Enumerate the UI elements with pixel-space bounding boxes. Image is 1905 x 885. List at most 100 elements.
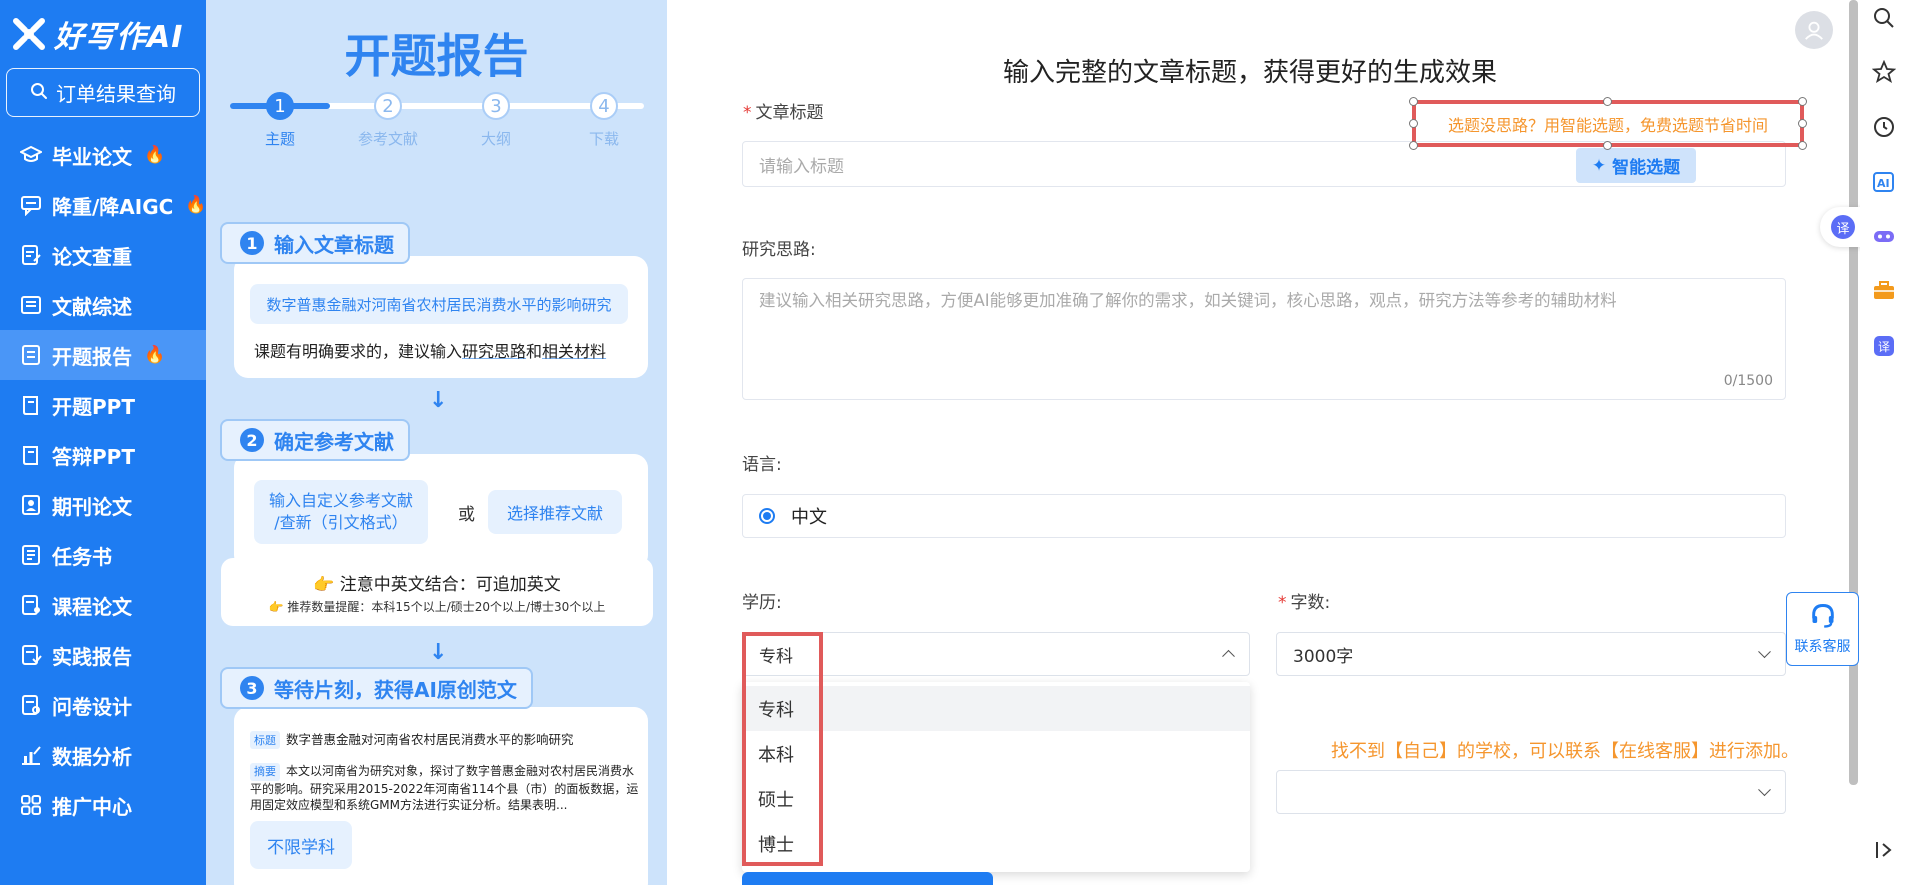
sample-abstract-tag: 摘要 xyxy=(250,763,280,781)
nav-item-data-analysis[interactable]: 数据分析 xyxy=(0,730,206,780)
note-title: 👉 注意中英文结合：可追加英文 xyxy=(221,570,653,595)
smart-topic-label: 智能选题 xyxy=(1612,158,1681,178)
logo[interactable]: 好写作AI xyxy=(12,12,183,56)
tip-link-research-idea: 研究思路 xyxy=(462,342,527,361)
report-icon xyxy=(20,344,42,366)
search-icon[interactable] xyxy=(1872,6,1896,30)
fire-icon: 🔥 xyxy=(144,145,166,165)
progress-stepper: 1 2 3 4 主题 参考文献 大纲 下载 xyxy=(222,90,652,150)
submit-button[interactable] xyxy=(742,872,993,885)
fire-icon: 🔥 xyxy=(144,345,166,365)
grid-icon xyxy=(20,794,42,816)
customer-service-button[interactable]: 联系客服 xyxy=(1786,592,1859,666)
journal-icon xyxy=(20,494,42,516)
title-label: * 文章标题 xyxy=(743,98,824,123)
chevron-up-icon xyxy=(1222,649,1235,663)
school-note: 找不到【自己】的学校，可以联系【在线客服】进行添加。 xyxy=(1331,741,1799,762)
star-icon[interactable] xyxy=(1871,59,1897,84)
word-count-select[interactable]: 3000字 xyxy=(1276,632,1786,676)
nav-label: 论文查重 xyxy=(52,244,132,269)
graduation-cap-icon xyxy=(18,144,44,166)
nav-item-practice-report[interactable]: 实践报告 xyxy=(0,630,206,680)
smart-topic-button[interactable]: ✦ 智能选题 xyxy=(1576,148,1696,183)
step-label-2: 参考文献 xyxy=(357,130,418,148)
nav-label: 实践报告 xyxy=(52,644,132,669)
radio-selected[interactable] xyxy=(759,508,775,524)
step3-tag: 3 等待片刻，获得AI原创范文 xyxy=(220,667,533,709)
nav-item-defense-ppt[interactable]: 答辩PPT xyxy=(0,430,206,480)
research-idea-label: 研究思路: xyxy=(742,240,816,260)
nav-label: 开题报告 xyxy=(52,344,132,369)
resize-handle xyxy=(1409,141,1418,150)
nav-label: 降重/降AIGC xyxy=(52,194,174,219)
step-label-1: 主题 xyxy=(264,130,295,148)
word-count-value: 3000字 xyxy=(1293,646,1354,667)
tip-text: 课题有明确要求的，建议输入 xyxy=(254,342,463,361)
right-toolbar: AI 译 xyxy=(1860,0,1905,885)
step3-card: 标题 数字普惠金融对河南省农村居民消费水平的影响研究 摘要 本文以河南省为研究对象，… xyxy=(234,707,648,885)
svg-text:AI: AI xyxy=(1877,177,1890,190)
chat-icon xyxy=(20,194,42,217)
scrollbar[interactable] xyxy=(1849,0,1858,785)
nav-item-survey-design[interactable]: 问卷设计 xyxy=(0,680,206,730)
note-title-text: 注意中英文结合：可追加英文 xyxy=(339,575,561,595)
step-dot-1: 1 xyxy=(266,92,294,120)
chevron-down-icon xyxy=(1758,783,1771,797)
nav-label: 推广中心 xyxy=(52,794,132,819)
nav-item-promotion-center[interactable]: 推广中心 xyxy=(0,780,206,830)
nav-item-rewrite[interactable]: 降重/降AIGC 🔥 xyxy=(0,180,207,230)
survey-icon xyxy=(20,694,42,716)
nav-item-proposal-report[interactable]: 开题报告 🔥 xyxy=(0,330,206,380)
char-counter: 0/1500 xyxy=(1723,373,1773,389)
nav-item-literature-review[interactable]: 文献综述 xyxy=(0,280,206,330)
toolbox-icon[interactable] xyxy=(1872,278,1896,302)
step-label-3: 大纲 xyxy=(480,130,511,148)
nav-label: 答辩PPT xyxy=(52,444,135,469)
step-dot-4: 4 xyxy=(590,92,618,120)
collapse-panel-icon[interactable] xyxy=(1872,838,1896,862)
reference-note: 👉 注意中英文结合：可追加英文 👉 推荐数量提醒：本科15个以上/硕士20个以上… xyxy=(221,558,653,626)
sample-title-tag: 标题 xyxy=(250,731,280,749)
sparkle-icon: ✦ xyxy=(1591,155,1607,176)
gamepad-icon[interactable] xyxy=(1872,224,1896,248)
task-icon xyxy=(20,544,42,566)
nav-item-task-book[interactable]: 任务书 xyxy=(0,530,206,580)
school-select[interactable] xyxy=(1276,770,1786,814)
sample-abstract: 摘要 本文以河南省为研究对象，探讨了数字普惠金融对农村居民消费水平的影响。研究采用… xyxy=(250,763,642,815)
translate-icon: 译 xyxy=(1831,215,1855,239)
guide-title: 开题报告 xyxy=(344,29,529,83)
step1-example-title: 数字普惠金融对河南省农村居民消费水平的影响研究 xyxy=(250,284,628,324)
ai-icon[interactable]: AI xyxy=(1872,170,1896,194)
user-avatar[interactable] xyxy=(1795,11,1833,49)
required-mark: * xyxy=(1278,593,1287,613)
svg-text:译: 译 xyxy=(1878,340,1890,354)
nav-item-plagiarism-check[interactable]: 论文查重 xyxy=(0,230,206,280)
nav-item-course-paper[interactable]: 课程论文 xyxy=(0,580,206,630)
note-sub: 👉 推荐数量提醒：本科15个以上/硕士20个以上/博士30个以上 xyxy=(221,598,653,615)
book-icon xyxy=(20,444,42,466)
step1-tag: 1 输入文章标题 xyxy=(220,222,410,264)
history-icon[interactable] xyxy=(1872,115,1896,139)
word-count-label-text: 字数: xyxy=(1290,593,1331,613)
nav-item-journal-paper[interactable]: 期刊论文 xyxy=(0,480,206,530)
document-edit-icon xyxy=(20,244,42,266)
step-number: 1 xyxy=(240,231,264,255)
nav-label: 数据分析 xyxy=(52,744,132,769)
practice-icon xyxy=(20,644,42,666)
translate-icon[interactable]: 译 xyxy=(1872,334,1896,358)
highlight-frame xyxy=(742,632,823,866)
language-value: 中文 xyxy=(791,507,827,528)
order-query-button[interactable]: 订单结果查询 xyxy=(6,68,200,117)
language-option-chinese[interactable]: 中文 xyxy=(742,494,1786,538)
step1-tip: 课题有明确要求的，建议输入研究思路和相关材料 xyxy=(254,338,606,362)
user-icon xyxy=(1805,21,1823,40)
nav-list: 毕业论文 🔥 降重/降AIGC 🔥 论文查重 文献综述 开题报告 🔥 开题PPT xyxy=(0,130,207,830)
smart-topic-hint[interactable]: 选题没思路？用智能选题，免费选题节省时间 xyxy=(1409,97,1807,150)
nav-item-proposal-ppt[interactable]: 开题PPT xyxy=(0,380,206,430)
nav-item-graduation-thesis[interactable]: 毕业论文 🔥 xyxy=(0,130,206,180)
resize-handle xyxy=(1409,97,1418,106)
research-idea-textarea[interactable]: 建议输入相关研究思路，方便AI能够更加准确了解你的需求，如关键词，核心思路，观点… xyxy=(742,278,1786,400)
step1-card: 数字普惠金融对河南省农村居民消费水平的影响研究 课题有明确要求的，建议输入研究思… xyxy=(234,256,648,378)
subject-chip: 不限学科 xyxy=(250,821,352,869)
list-icon xyxy=(20,294,42,316)
